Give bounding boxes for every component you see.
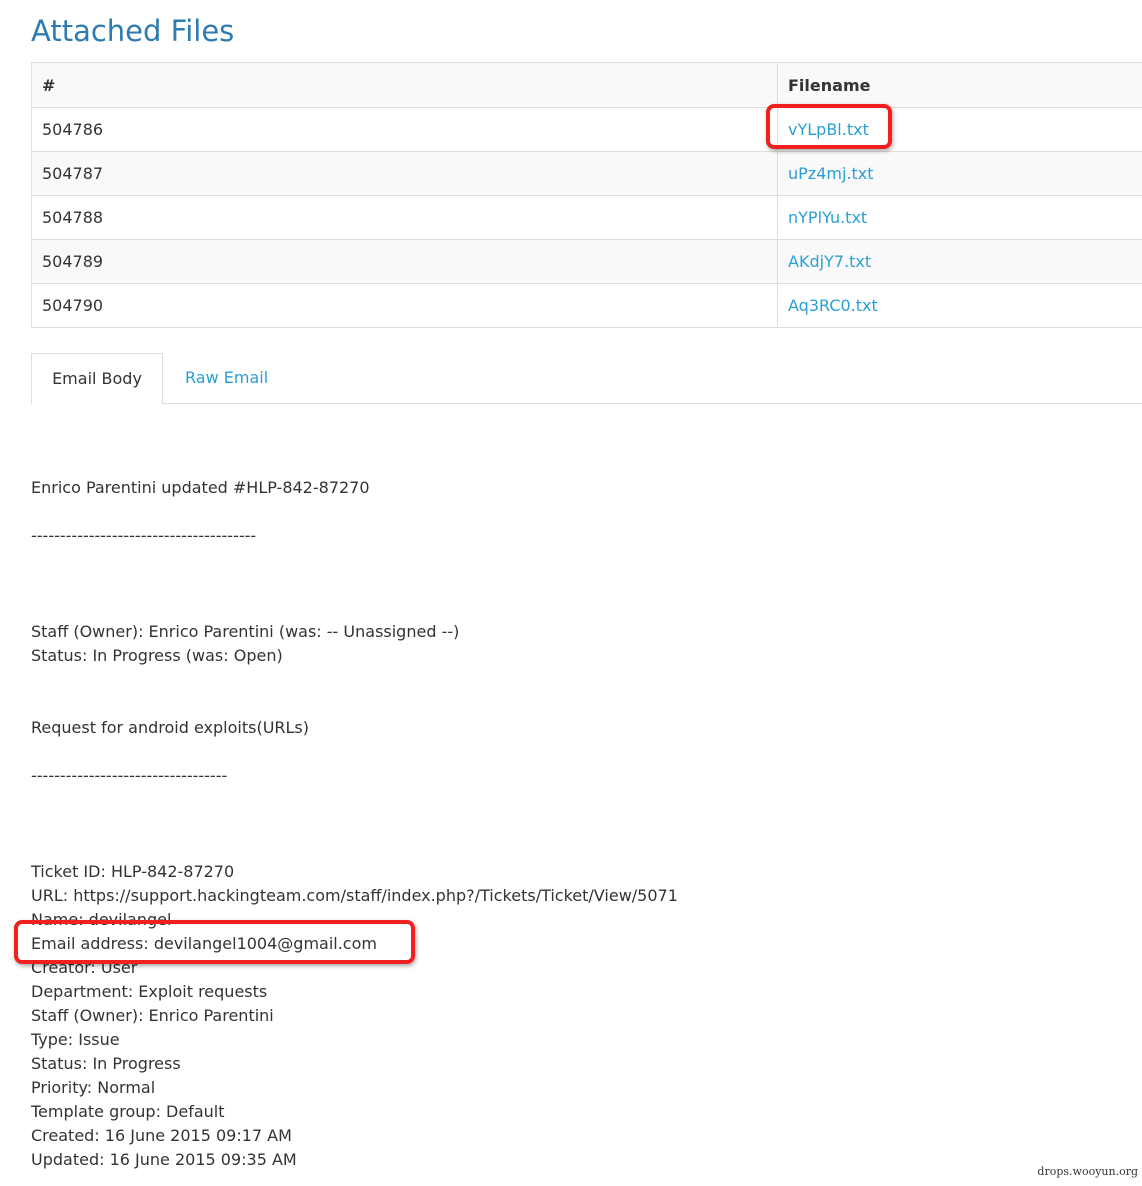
tab-email-body[interactable]: Email Body [31, 353, 163, 405]
file-id: 504790 [31, 283, 778, 328]
ticket-detail-line: Updated: 16 June 2015 09:35 AM [31, 1150, 297, 1169]
file-link[interactable]: uPz4mj.txt [788, 164, 874, 183]
email-line: Enrico Parentini updated #HLP-842-87270 [31, 478, 370, 497]
column-header-filename: Filename [777, 62, 1142, 108]
ticket-detail-line: URL: https://support.hackingteam.com/sta… [31, 886, 678, 905]
file-id: 504788 [31, 195, 778, 240]
ticket-detail-line: Department: Exploit requests [31, 982, 268, 1001]
email-line: Status: In Progress (was: Open) [31, 646, 283, 665]
table-header: # Filename [31, 62, 1142, 108]
table-row: 504789 AKdjY7.txt [31, 239, 1142, 284]
file-link[interactable]: Aq3RC0.txt [788, 296, 878, 315]
column-header-id: # [31, 62, 778, 108]
file-link[interactable]: nYPlYu.txt [788, 208, 867, 227]
ticket-detail-line: Status: In Progress [31, 1054, 181, 1073]
table-row: 504786 vYLpBl.txt [31, 107, 1142, 152]
ticket-detail-line: Ticket ID: HLP-842-87270 [31, 862, 235, 881]
file-link[interactable]: AKdjY7.txt [788, 252, 871, 271]
table-row: 504790 Aq3RC0.txt [31, 283, 1142, 328]
ticket-detail-line: Template group: Default [31, 1102, 225, 1121]
ticket-detail-line: Type: Issue [31, 1030, 120, 1049]
ticket-detail-line: Priority: Normal [31, 1078, 156, 1097]
file-id: 504787 [31, 151, 778, 196]
table-row: 504787 uPz4mj.txt [31, 151, 1142, 196]
separator: --------------------------------------- [31, 526, 257, 545]
attached-files-table: # Filename 504786 vYLpBl.txt 504787 uPz4mj… [31, 62, 1142, 328]
ticket-detail-line: Created: 16 June 2015 09:17 AM [31, 1126, 292, 1145]
file-id: 504789 [31, 239, 778, 284]
email-line: Staff (Owner): Enrico Parentini (was: --… [31, 622, 460, 641]
page-title: Attached Files [31, 14, 235, 48]
email-line: Request for android exploits(URLs) [31, 718, 310, 737]
email-tabs: Email Body Raw Email [31, 353, 1142, 405]
highlight-box [766, 104, 892, 149]
separator: ---------------------------------- [31, 766, 228, 785]
highlight-box [14, 920, 415, 964]
file-id: 504786 [31, 107, 778, 152]
table-row: 504788 nYPlYu.txt [31, 195, 1142, 240]
tab-raw-email[interactable]: Raw Email [185, 353, 268, 403]
watermark: drops.wooyun.org [1037, 1165, 1138, 1178]
ticket-detail-line: Staff (Owner): Enrico Parentini [31, 1006, 274, 1025]
